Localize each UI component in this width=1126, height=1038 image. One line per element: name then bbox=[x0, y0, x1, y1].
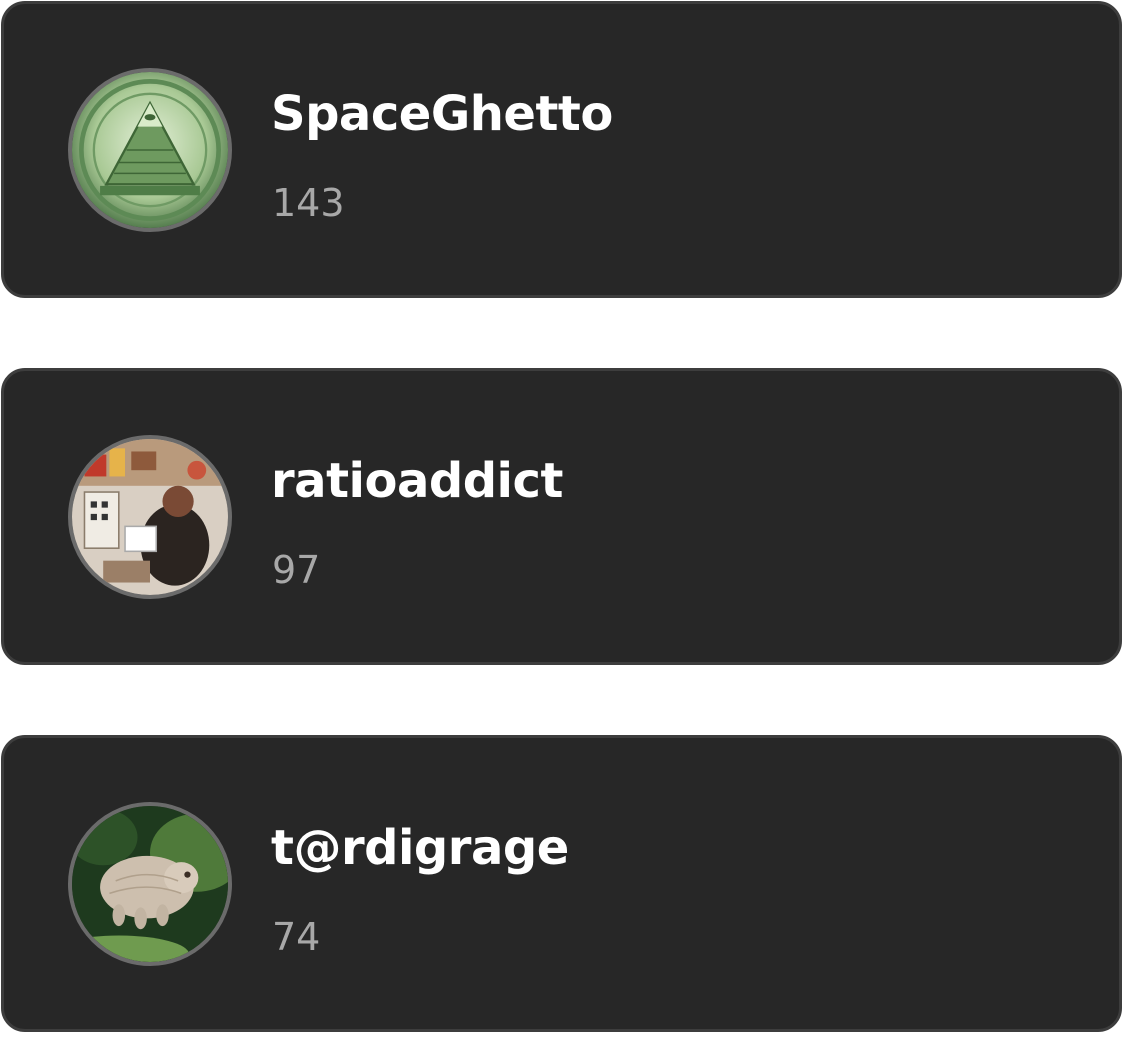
username[interactable]: ratioaddict bbox=[271, 453, 563, 509]
avatar[interactable] bbox=[68, 435, 232, 599]
score-count: 143 bbox=[272, 181, 345, 225]
tardigrade-avatar-icon bbox=[72, 806, 228, 962]
score-count: 74 bbox=[272, 915, 321, 959]
leaderboard-entry[interactable]: t@rdigrage 74 bbox=[1, 735, 1122, 1032]
username[interactable]: t@rdigrage bbox=[271, 820, 569, 876]
score-count: 97 bbox=[272, 548, 321, 592]
avatar[interactable] bbox=[68, 68, 232, 232]
avatar[interactable] bbox=[68, 802, 232, 966]
pyramid-seal-avatar-icon bbox=[72, 72, 228, 228]
collage-photo-avatar-icon bbox=[72, 439, 228, 595]
leaderboard-entry[interactable]: SpaceGhetto 143 bbox=[1, 1, 1122, 298]
username[interactable]: SpaceGhetto bbox=[271, 86, 613, 142]
leaderboard-entry[interactable]: ratioaddict 97 bbox=[1, 368, 1122, 665]
